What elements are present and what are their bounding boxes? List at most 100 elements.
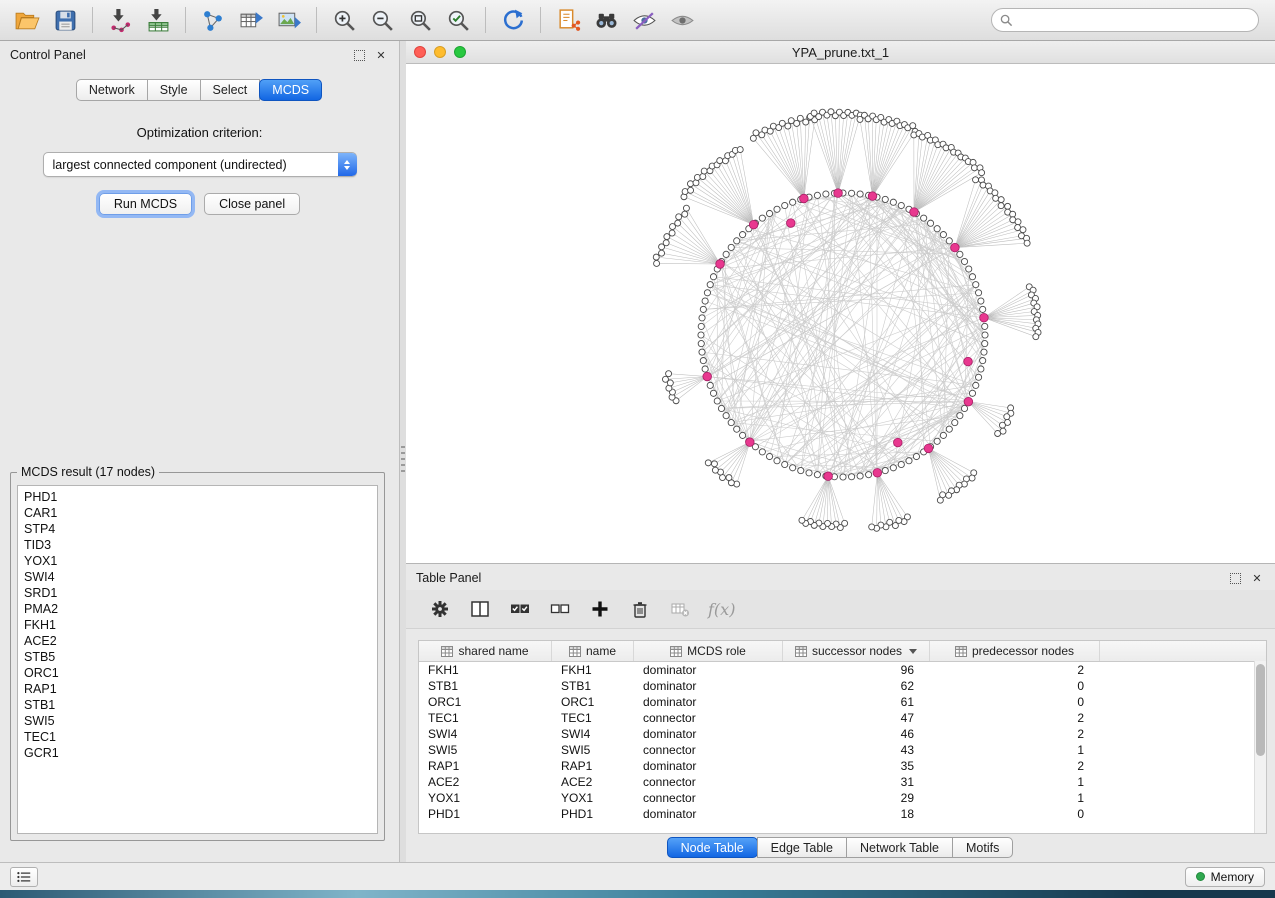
toolbar-separator — [485, 7, 486, 33]
tab-style[interactable]: Style — [147, 79, 201, 101]
mcds-result-item[interactable]: YOX1 — [24, 553, 371, 569]
mcds-result-item[interactable]: ACE2 — [24, 633, 371, 649]
table-row[interactable]: ACE2ACE2connector311 — [419, 774, 1266, 790]
mcds-result-item[interactable]: FKH1 — [24, 617, 371, 633]
task-history-button[interactable] — [10, 867, 38, 887]
share-document-button[interactable] — [551, 4, 585, 36]
table-row[interactable]: FKH1FKH1dominator962 — [419, 662, 1266, 678]
float-table-panel-button[interactable] — [1227, 570, 1243, 586]
close-table-panel-button[interactable]: ✕ — [1249, 570, 1265, 586]
import-network-button[interactable] — [103, 4, 137, 36]
desktop-background — [0, 890, 1275, 898]
mcds-result-item[interactable]: SRD1 — [24, 585, 371, 601]
mcds-result-item[interactable]: GCR1 — [24, 745, 371, 761]
zoom-in-icon — [332, 8, 357, 33]
tab-edge-table[interactable]: Edge Table — [757, 837, 847, 858]
table-cell: 35 — [783, 759, 930, 773]
clone-network-button[interactable] — [234, 4, 268, 36]
search-input[interactable] — [1018, 12, 1250, 28]
mcds-result-item[interactable]: PMA2 — [24, 601, 371, 617]
table-row[interactable]: TEC1TEC1connector472 — [419, 710, 1266, 726]
mcds-result-item[interactable]: TID3 — [24, 537, 371, 553]
mcds-result-item[interactable]: TEC1 — [24, 729, 371, 745]
zoom-selected-button[interactable] — [441, 4, 475, 36]
column-header-name[interactable]: name — [552, 641, 634, 661]
table-cell: SWI4 — [552, 727, 634, 741]
table-cell: 96 — [783, 663, 930, 677]
refresh-layout-button[interactable] — [496, 4, 530, 36]
zoom-out-button[interactable] — [365, 4, 399, 36]
table-row[interactable]: PHD1PHD1dominator180 — [419, 806, 1266, 822]
network-canvas[interactable] — [406, 63, 1275, 563]
table-tabs: Node Table Edge Table Network Table Moti… — [406, 837, 1275, 858]
table-cell: 0 — [930, 807, 1100, 821]
table-row[interactable]: ORC1ORC1dominator610 — [419, 694, 1266, 710]
attribute-grid-icon — [955, 646, 967, 657]
table-row[interactable]: RAP1RAP1dominator352 — [419, 758, 1266, 774]
find-button[interactable] — [589, 4, 623, 36]
table-cell: 2 — [930, 759, 1100, 773]
table-row[interactable]: YOX1YOX1connector291 — [419, 790, 1266, 806]
zoom-selected-icon — [446, 8, 471, 33]
table-cell: dominator — [634, 807, 783, 821]
run-mcds-button[interactable]: Run MCDS — [99, 193, 192, 215]
column-header-successor-nodes[interactable]: successor nodes — [783, 641, 930, 661]
table-scrollbar[interactable] — [1254, 661, 1266, 833]
function-builder-button[interactable]: f(x) — [708, 600, 735, 619]
tab-motifs[interactable]: Motifs — [952, 837, 1013, 858]
delete-column-button[interactable] — [628, 597, 652, 621]
float-panel-button[interactable] — [351, 47, 367, 63]
deselect-all-button[interactable] — [548, 597, 572, 621]
mcds-result-item[interactable]: STB5 — [24, 649, 371, 665]
memory-button[interactable]: Memory — [1185, 867, 1265, 887]
mcds-result-item[interactable]: STP4 — [24, 521, 371, 537]
close-panel-button[interactable]: Close panel — [204, 193, 300, 215]
mcds-result-item[interactable]: SWI4 — [24, 569, 371, 585]
table-row[interactable]: SWI4SWI4dominator462 — [419, 726, 1266, 742]
import-table-button[interactable] — [141, 4, 175, 36]
add-column-button[interactable] — [588, 597, 612, 621]
tab-network[interactable]: Network — [76, 79, 148, 101]
control-panel-header: Control Panel ✕ — [0, 41, 399, 67]
eye-icon — [670, 8, 695, 33]
table-row[interactable]: STB1STB1dominator620 — [419, 678, 1266, 694]
criterion-dropdown[interactable]: largest connected component (undirected) — [43, 152, 357, 177]
column-header-predecessor-nodes[interactable]: predecessor nodes — [930, 641, 1100, 661]
table-row[interactable]: SWI5SWI5connector431 — [419, 742, 1266, 758]
mcds-result-item[interactable]: CAR1 — [24, 505, 371, 521]
table-scrollbar-thumb[interactable] — [1256, 664, 1265, 756]
export-image-button[interactable] — [272, 4, 306, 36]
select-all-button[interactable] — [508, 597, 532, 621]
table-settings-button[interactable] — [428, 597, 452, 621]
mcds-result-item[interactable]: RAP1 — [24, 681, 371, 697]
table-cell: YOX1 — [552, 791, 634, 805]
tab-select[interactable]: Select — [200, 79, 261, 101]
mcds-result-title: MCDS result (17 nodes) — [17, 465, 159, 479]
mcds-result-item[interactable]: SWI5 — [24, 713, 371, 729]
column-header-MCDS-role[interactable]: MCDS role — [634, 641, 783, 661]
column-header-shared-name[interactable]: shared name — [419, 641, 552, 661]
mcds-result-item[interactable]: ORC1 — [24, 665, 371, 681]
save-session-button[interactable] — [48, 4, 82, 36]
table-panel-header: Table Panel ✕ — [406, 564, 1275, 590]
tab-network-table[interactable]: Network Table — [846, 837, 953, 858]
clear-table-button[interactable] — [668, 597, 692, 621]
sort-chevron-icon — [909, 649, 917, 654]
table-cell: dominator — [634, 727, 783, 741]
zoom-in-button[interactable] — [327, 4, 361, 36]
mcds-result-list[interactable]: PHD1CAR1STP4TID3YOX1SWI4SRD1PMA2FKH1ACE2… — [17, 485, 378, 834]
mcds-result-item[interactable]: STB1 — [24, 697, 371, 713]
table-cell: 62 — [783, 679, 930, 693]
open-session-button[interactable] — [10, 4, 44, 36]
tab-node-table[interactable]: Node Table — [667, 837, 758, 858]
tab-mcds[interactable]: MCDS — [259, 79, 322, 101]
zoom-fit-button[interactable] — [403, 4, 437, 36]
table-panel-title: Table Panel — [416, 571, 1221, 585]
graphics-details-button[interactable] — [627, 4, 661, 36]
table-cell: FKH1 — [419, 663, 552, 677]
show-hide-button[interactable] — [665, 4, 699, 36]
split-panel-button[interactable] — [468, 597, 492, 621]
new-network-button[interactable] — [196, 4, 230, 36]
mcds-result-item[interactable]: PHD1 — [24, 489, 371, 505]
close-panel-icon-button[interactable]: ✕ — [373, 47, 389, 63]
